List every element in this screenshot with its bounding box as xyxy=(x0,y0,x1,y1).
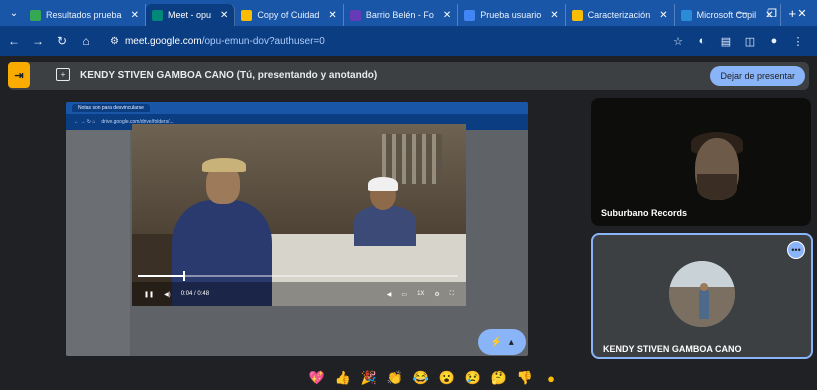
close-tab-icon[interactable]: ✕ xyxy=(328,10,336,21)
tab-search-icon[interactable]: ⌄ xyxy=(4,4,24,22)
volume-icon[interactable]: ◀) xyxy=(164,291,171,298)
speaker-icon[interactable]: ◀ xyxy=(387,291,392,298)
tab-favicon-icon xyxy=(680,9,692,21)
tab-favicon-icon xyxy=(571,9,583,21)
shared-browser-tabs: Notas son para desvincularse xyxy=(66,102,528,114)
presenting-indicator-icon: ⇥ xyxy=(8,62,30,88)
browser-toolbar: ← → ↻ ⌂ ⚙ meet.google.com/opu-emun-dov?a… xyxy=(0,26,817,56)
profile-avatar-icon[interactable]: ● xyxy=(767,35,781,47)
forward-icon[interactable]: → xyxy=(30,34,46,48)
browser-tab[interactable]: Resultados prueba ✕ xyxy=(24,4,146,26)
address-bar[interactable]: ⚙ meet.google.com/opu-emun-dov?authuser=… xyxy=(102,31,663,51)
browser-tab[interactable]: Meet - opu ✕ xyxy=(145,4,236,26)
shared-screen: Notas son para desvincularse ← → ↻ ⌂ dri… xyxy=(66,102,528,356)
reaction-emoji-button[interactable]: 🎉 xyxy=(358,367,380,389)
split-view-icon[interactable]: ◫ xyxy=(743,35,757,48)
video-time: 0:04 / 0:48 xyxy=(180,291,210,297)
playback-speed[interactable]: 1X xyxy=(417,291,424,297)
reactions-bar: 💖 👍 🎉 👏 😂 😮 😢 🤔 👎 ● xyxy=(306,367,562,389)
tab-favicon-icon xyxy=(464,9,476,21)
video-scrubber-handle[interactable] xyxy=(182,271,185,281)
window-controls: — ❐ ✕ xyxy=(727,0,817,26)
browser-tab[interactable]: Caracterización ✕ xyxy=(566,4,675,26)
tab-label: Resultados prueba xyxy=(46,10,122,20)
drive-sidebar xyxy=(66,130,130,356)
tab-favicon-icon xyxy=(30,9,41,21)
reaction-emoji-button[interactable]: 💖 xyxy=(306,367,328,389)
more-options-button[interactable]: ••• xyxy=(787,241,805,259)
tab-favicon-icon xyxy=(349,9,361,21)
restore-icon[interactable]: ❐ xyxy=(757,7,787,20)
close-tab-icon[interactable]: ✕ xyxy=(131,10,139,21)
tab-label: Meet - opu xyxy=(167,10,211,20)
close-window-icon[interactable]: ✕ xyxy=(787,7,817,20)
menu-kebab-icon[interactable]: ⋮ xyxy=(791,35,805,48)
participant-name: KENDY STIVEN GAMBOA CANO xyxy=(603,344,742,354)
browser-tab[interactable]: Barrio Belén - Fo ✕ xyxy=(344,4,459,26)
url-host: meet.google.com xyxy=(124,35,202,47)
tab-favicon-icon xyxy=(241,9,253,21)
reaction-emoji-button[interactable]: 👍 xyxy=(332,367,354,389)
settings-icon[interactable]: ⚙ xyxy=(434,291,439,298)
home-icon[interactable]: ⌂ xyxy=(78,34,94,48)
site-info-icon[interactable]: ⚙ xyxy=(110,36,119,47)
presenting-title: KENDY STIVEN GAMBOA CANO (Tú, presentand… xyxy=(80,70,378,81)
reaction-emoji-button[interactable]: ● xyxy=(540,367,562,389)
close-tab-icon[interactable]: ✕ xyxy=(220,10,228,21)
browser-tab[interactable]: Prueba usuario ✕ xyxy=(458,4,566,26)
video-progress-bar[interactable] xyxy=(138,271,458,281)
reaction-emoji-button[interactable]: 😂 xyxy=(410,367,432,389)
shared-nav-icons: ← → ↻ ⌂ xyxy=(74,119,96,125)
close-tab-icon[interactable]: ✕ xyxy=(550,10,558,21)
chevron-up-icon: ▴ xyxy=(508,336,514,348)
stop-presenting-button[interactable]: Dejar de presentar xyxy=(710,66,805,86)
annotation-tools-button[interactable]: ⚡ ▴ xyxy=(478,329,526,355)
fullscreen-icon[interactable]: ⛶ xyxy=(450,291,454,298)
participant-tile[interactable]: Suburbano Records xyxy=(591,98,811,226)
tab-label: Copy of Cuidad xyxy=(257,10,320,20)
close-tab-icon[interactable]: ✕ xyxy=(443,10,451,21)
tab-label: Prueba usuario xyxy=(480,10,542,20)
tab-search-toolbar-icon[interactable]: ▤ xyxy=(719,35,733,48)
reaction-emoji-button[interactable]: 👎 xyxy=(514,367,536,389)
participant-name: Suburbano Records xyxy=(601,208,688,218)
back-icon[interactable]: ← xyxy=(6,34,22,48)
tab-label: Barrio Belén - Fo xyxy=(365,10,434,20)
reaction-emoji-button[interactable]: 😮 xyxy=(436,367,458,389)
video-controls: ❚❚ ◀) 0:04 / 0:48 ◀ ▭ 1X ⚙ ⛶ xyxy=(132,282,466,306)
url-path: /opu-emun-dov?authuser=0 xyxy=(201,35,325,47)
browser-tab[interactable]: Copy of Cuidad ✕ xyxy=(235,4,344,26)
reload-icon[interactable]: ↻ xyxy=(54,34,70,48)
captions-icon[interactable]: ▭ xyxy=(401,291,407,298)
tab-favicon-icon xyxy=(151,9,163,21)
minimize-icon[interactable]: — xyxy=(727,7,757,19)
tab-label: Caracterización xyxy=(587,10,651,20)
close-tab-icon[interactable]: ✕ xyxy=(659,10,667,21)
bookmark-star-icon[interactable]: ☆ xyxy=(671,35,685,48)
shared-tab-label: Notas son para desvincularse xyxy=(72,104,150,112)
pause-icon[interactable]: ❚❚ xyxy=(144,291,154,298)
extension-icon[interactable]: ◐ xyxy=(695,35,709,47)
reaction-emoji-button[interactable]: 🤔 xyxy=(488,367,510,389)
participant-tile-self[interactable]: ••• KENDY STIVEN GAMBOA CANO xyxy=(591,233,813,359)
reaction-emoji-button[interactable]: 👏 xyxy=(384,367,406,389)
browser-tab-strip: ⌄ Resultados prueba ✕ Meet - opu ✕ Copy of C… xyxy=(0,0,817,26)
present-screen-icon: + xyxy=(56,68,70,81)
lightning-icon: ⚡ xyxy=(490,336,503,348)
reaction-emoji-button[interactable]: 😢 xyxy=(462,367,484,389)
video-person-right xyxy=(350,177,420,246)
avatar xyxy=(669,261,735,327)
